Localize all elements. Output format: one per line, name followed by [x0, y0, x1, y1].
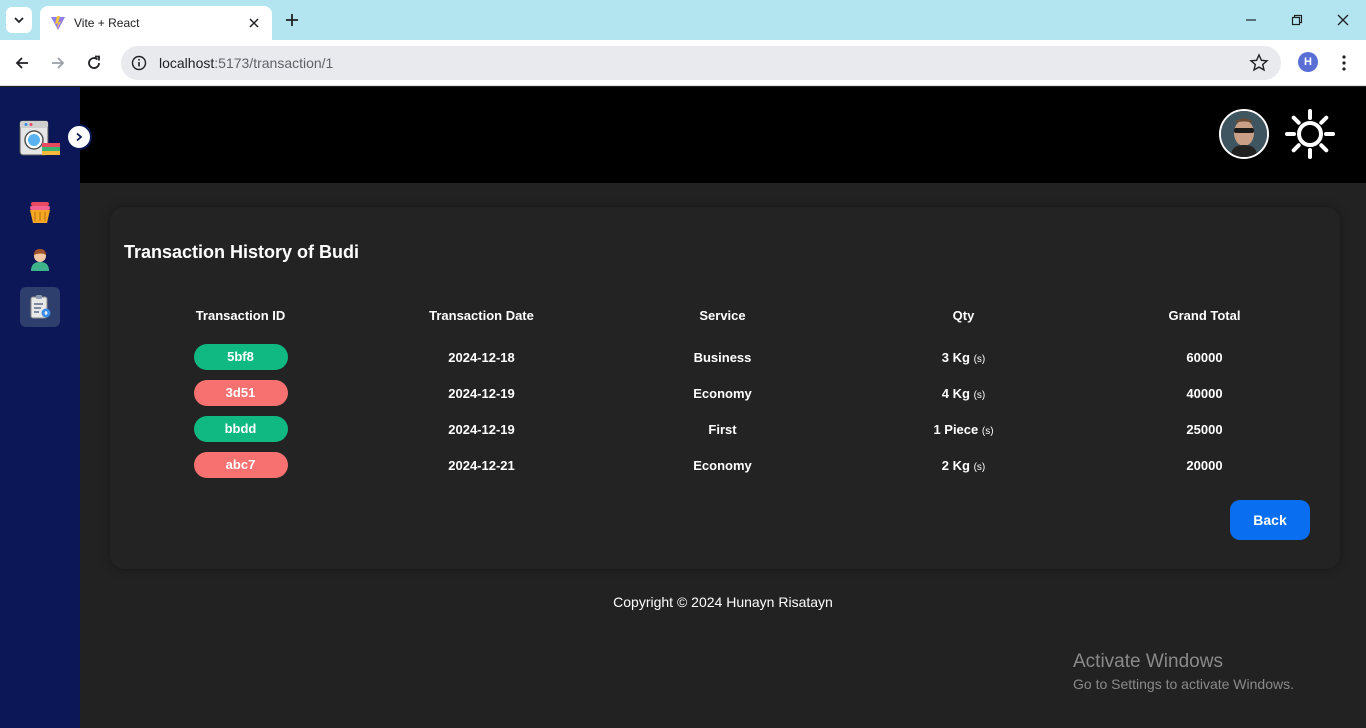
url-text: localhost:5173/transaction/1	[159, 55, 333, 71]
transaction-id-badge[interactable]: bbdd	[193, 416, 288, 442]
qty-value: 4 Kg	[941, 385, 970, 401]
tab-title: Vite + React	[74, 16, 140, 30]
qty: 4 Kg (s)	[843, 386, 1084, 401]
url-host: localhost	[159, 55, 215, 71]
table-row: 5bf8 2024-12-18 Business 3 Kg (s) 60000	[120, 339, 1325, 375]
table-row: abc7 2024-12-21 Economy 2 Kg (s) 20000	[120, 447, 1325, 483]
bookmark-star-icon[interactable]	[1249, 53, 1269, 73]
transaction-card: Transaction History of Budi Transaction …	[110, 207, 1340, 569]
user-avatar[interactable]	[1219, 109, 1269, 159]
activate-title: Activate Windows	[1073, 651, 1223, 672]
laundry-basket-icon	[30, 202, 50, 223]
qty-value: 1 Piece	[933, 421, 979, 437]
column-header: Transaction ID	[195, 307, 286, 323]
laundry-app-logo-icon[interactable]	[18, 119, 62, 159]
grand-total: 60000	[1186, 349, 1223, 365]
theme-toggle-sun-icon[interactable]	[1285, 109, 1335, 159]
sidebar-item-customers[interactable]	[20, 239, 60, 279]
close-icon	[1337, 14, 1349, 26]
reload-button[interactable]	[82, 51, 106, 75]
url-path: :5173/transaction/1	[214, 55, 334, 71]
qty-unit: (s)	[973, 461, 986, 473]
activate-subtitle: Go to Settings to activate Windows.	[1073, 676, 1294, 692]
profile-avatar[interactable]: H	[1298, 52, 1318, 72]
page-title: Transaction History of Budi	[124, 242, 360, 262]
transaction-date: 2024-12-19	[448, 421, 515, 437]
service: First	[708, 421, 737, 437]
arrow-right-icon	[52, 57, 65, 69]
more-vertical-icon	[1342, 55, 1346, 71]
column-header: Qty	[952, 307, 975, 323]
sidebar-item-transactions[interactable]	[20, 287, 60, 327]
browser-tabbar: Vite + React	[0, 0, 1366, 40]
browser-menu-button[interactable]	[1334, 51, 1354, 75]
browser-tab[interactable]: Vite + React	[40, 6, 272, 40]
transaction-table: Transaction ID Transaction Date Service …	[120, 297, 1325, 483]
back-nav-button[interactable]	[10, 51, 34, 75]
tab-search-button[interactable]	[6, 7, 32, 33]
grand-total: 25000	[1186, 421, 1223, 437]
qty: 1 Piece (s)	[843, 422, 1084, 437]
windows-activation-watermark: Activate Windows Go to Settings to activ…	[1073, 651, 1294, 692]
sidebar-toggle-button[interactable]	[66, 124, 92, 150]
qty-unit: (s)	[973, 353, 986, 365]
column-header: Grand Total	[1168, 307, 1241, 323]
browser-toolbar: localhost:5173/transaction/1 H	[0, 40, 1366, 86]
sidebar-item-laundry[interactable]	[20, 192, 60, 232]
qty-value: 2 Kg	[941, 457, 970, 473]
arrow-left-icon	[15, 57, 28, 69]
close-window-button[interactable]	[1331, 8, 1355, 32]
table-header-row: Transaction ID Transaction Date Service …	[120, 297, 1325, 333]
address-bar[interactable]: localhost:5173/transaction/1	[121, 46, 1281, 80]
minimize-button[interactable]	[1239, 8, 1263, 32]
user-photo-icon	[1221, 111, 1267, 157]
transaction-date: 2024-12-21	[448, 457, 515, 473]
transaction-id-badge[interactable]: abc7	[193, 452, 288, 478]
main-content: Transaction History of Budi Transaction …	[80, 183, 1366, 728]
reload-icon	[88, 55, 100, 69]
table-row: bbdd 2024-12-19 First 1 Piece (s) 25000	[120, 411, 1325, 447]
minimize-icon	[1246, 19, 1256, 21]
grand-total: 20000	[1186, 457, 1223, 473]
qty: 2 Kg (s)	[843, 458, 1084, 473]
column-header: Transaction Date	[429, 307, 534, 323]
back-button[interactable]: Back	[1230, 500, 1310, 540]
qty-unit: (s)	[981, 425, 994, 437]
footer-copyright: Copyright © 2024 Hunayn Risatayn	[613, 594, 833, 610]
new-tab-button[interactable]	[280, 8, 304, 32]
transaction-id-badge[interactable]: 5bf8	[193, 344, 288, 370]
grand-total: 40000	[1186, 385, 1223, 401]
transaction-report-icon	[30, 295, 51, 319]
forward-nav-button[interactable]	[46, 51, 70, 75]
column-header: Service	[699, 307, 746, 323]
service: Economy	[693, 385, 752, 401]
qty-unit: (s)	[973, 389, 986, 401]
sidebar	[0, 87, 80, 728]
site-info-icon[interactable]	[131, 55, 147, 71]
service: Economy	[693, 457, 752, 473]
transaction-id-badge[interactable]: 3d51	[193, 380, 288, 406]
transaction-date: 2024-12-19	[448, 385, 515, 401]
close-tab-icon[interactable]	[246, 15, 262, 31]
vite-logo-icon	[51, 16, 65, 30]
user-icon	[31, 249, 49, 271]
restore-icon	[1291, 14, 1303, 26]
qty-value: 3 Kg	[941, 349, 970, 365]
app-header	[80, 87, 1366, 183]
service: Business	[693, 349, 752, 365]
transaction-date: 2024-12-18	[448, 349, 515, 365]
table-row: 3d51 2024-12-19 Economy 4 Kg (s) 40000	[120, 375, 1325, 411]
restore-button[interactable]	[1285, 8, 1309, 32]
chevron-right-icon	[76, 132, 83, 142]
qty: 3 Kg (s)	[843, 350, 1084, 365]
plus-icon	[286, 14, 298, 26]
chevron-down-icon	[14, 17, 24, 24]
